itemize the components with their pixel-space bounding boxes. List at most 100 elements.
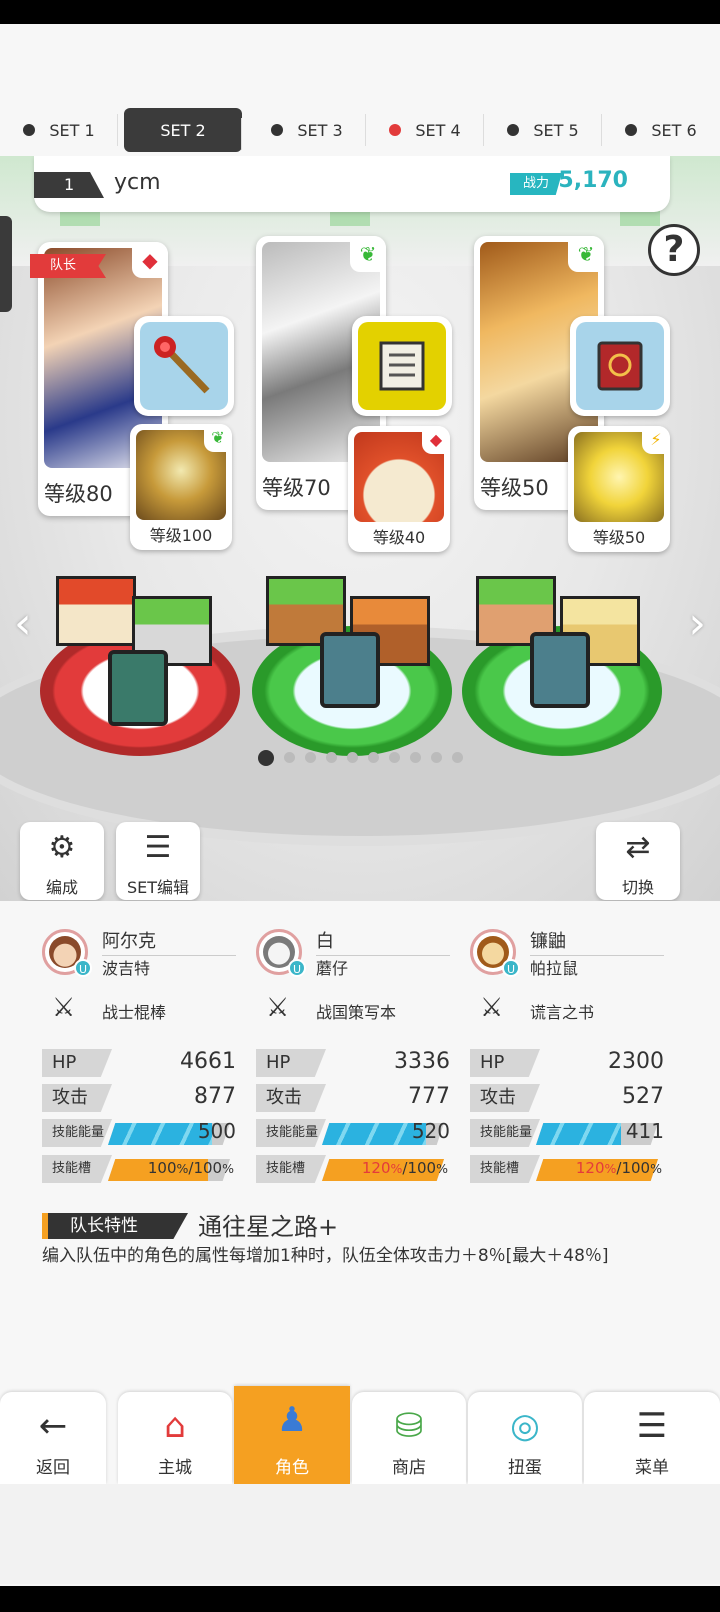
skill-energy-label: 技能能量 [42, 1119, 112, 1147]
formation-button[interactable]: ⚙ 编成 [20, 822, 104, 900]
sub-character-level: 等级100 [149, 526, 213, 545]
skill-energy-value: 500 [197, 1119, 236, 1143]
character-level: 等级50 [480, 476, 549, 500]
hp-row: HP 3336 [256, 1049, 450, 1077]
weapon-type-icon: ⚔ [52, 993, 76, 1023]
character-species: 蘑仔 [316, 959, 349, 978]
tab-label: SET 2 [160, 120, 206, 140]
set-edit-label: SET编辑 [126, 878, 190, 897]
hp-row: HP 4661 [42, 1049, 236, 1077]
scroll-book-icon [358, 322, 446, 410]
weapon-type-icon: ⚔ [480, 993, 504, 1023]
weapon-name: 战国策写本 [316, 1003, 397, 1022]
attack-label: 攻击 [256, 1084, 326, 1112]
character-name: 镰鼬 [530, 927, 664, 956]
lightning-monument-icon [108, 650, 168, 726]
tab-label: SET 3 [297, 120, 343, 140]
castle-icon: ⌂ [164, 1406, 186, 1446]
attack-row: 攻击 777 [256, 1084, 450, 1112]
tab-set-2[interactable]: SET 2 [124, 108, 242, 152]
page-dot[interactable] [451, 752, 463, 763]
staff-icon [140, 322, 228, 410]
character-icon: ♟ [276, 1400, 308, 1440]
weapon-slot-2[interactable] [352, 316, 452, 416]
character-name: 白 [316, 927, 450, 956]
page-dot[interactable] [409, 752, 421, 763]
nav-back-button[interactable]: ← 返回 [0, 1392, 106, 1484]
hp-label: HP [470, 1049, 540, 1077]
tab-set-6[interactable]: SET 6 [602, 104, 720, 156]
skill-slot-row: 技能槽 100%/100% [42, 1155, 236, 1183]
fire-attribute-icon: ◆ [132, 242, 168, 278]
tab-set-4[interactable]: SET 4 [366, 104, 484, 156]
nav-label: 角色 [275, 1458, 309, 1478]
leader-skill-tag: 队长特性 [42, 1213, 188, 1239]
set-tab-bar: SET 1 SET 2 SET 3 SET 4 SET 5 SET 6 [0, 104, 720, 156]
sub-character-card-1[interactable]: ❦ 等级100 [130, 424, 232, 550]
page-dot[interactable] [325, 752, 337, 763]
nav-castle-button[interactable]: ⌂ 主城 [118, 1392, 232, 1484]
power-value: 5,170 [558, 168, 628, 193]
weapon-name: 战士棍棒 [102, 1003, 167, 1022]
switch-button[interactable]: ⇄ 切换 [596, 822, 680, 900]
page-dot[interactable] [257, 750, 274, 766]
skill-energy-row: 技能能量 500 [42, 1119, 236, 1147]
sub-character-level: 等级40 [372, 528, 426, 547]
nav-menu-button[interactable]: ☰ 菜单 [584, 1392, 720, 1484]
skill-slot-value: 120%/100% [575, 1159, 662, 1177]
page-dot[interactable] [346, 752, 358, 763]
skill-slot-row: 技能槽 120%/100% [256, 1155, 450, 1183]
tab-label: SET 1 [49, 120, 95, 140]
monument-icon [530, 632, 590, 708]
team-page-indicator [0, 750, 720, 766]
team-name[interactable]: ycm [114, 170, 161, 195]
character-level: 等级70 [262, 476, 331, 500]
side-drawer-handle[interactable] [0, 216, 12, 312]
skill-energy-row: 技能能量 411 [470, 1119, 664, 1147]
skill-energy-row: 技能能量 520 [256, 1119, 450, 1147]
page-dot[interactable] [388, 752, 400, 763]
character-species: 波吉特 [102, 959, 151, 978]
unit-badge-icon: U [74, 959, 92, 977]
hp-value: 4661 [180, 1049, 236, 1074]
terrain-block [56, 576, 136, 646]
help-button[interactable]: ? [648, 224, 700, 276]
next-team-arrow-icon[interactable]: › [688, 598, 706, 649]
attack-label: 攻击 [470, 1084, 540, 1112]
tab-set-1[interactable]: SET 1 [0, 104, 118, 156]
set-dot-icon [271, 124, 284, 136]
nav-label: 菜单 [635, 1458, 669, 1478]
attack-label: 攻击 [42, 1084, 112, 1112]
nav-gacha-button[interactable]: ◎ 扭蛋 [468, 1392, 582, 1484]
sub-character-card-2[interactable]: ◆ 等级40 [348, 426, 450, 552]
page-dot[interactable] [430, 752, 442, 763]
attack-row: 攻击 877 [42, 1084, 236, 1112]
skill-energy-value: 411 [625, 1119, 664, 1143]
tab-set-5[interactable]: SET 5 [484, 104, 602, 156]
team-stage: 1 ycm 战力 5,170 ? 队长 ◆ 等级80 ❦ 等级100 ❦ 等级7… [0, 156, 720, 901]
set-dot-icon [507, 124, 520, 136]
page-dot[interactable] [367, 752, 379, 763]
tab-set-3[interactable]: SET 3 [248, 104, 366, 156]
weapon-slot-3[interactable] [570, 316, 670, 416]
sub-character-card-3[interactable]: ⚡ 等级50 [568, 426, 670, 552]
hp-value: 2300 [608, 1049, 664, 1074]
set-dot-icon [23, 124, 36, 136]
attack-value: 777 [408, 1084, 450, 1109]
set-edit-button[interactable]: ☰ SET编辑 [116, 822, 200, 900]
previous-team-arrow-icon[interactable]: ‹ [14, 598, 32, 649]
menu-icon: ☰ [636, 1406, 668, 1446]
weapon-slot-1[interactable] [134, 316, 234, 416]
set-dot-icon [625, 124, 638, 136]
page-dot[interactable] [283, 752, 295, 763]
nav-character-button[interactable]: ♟ 角色 [234, 1386, 350, 1484]
tab-label: SET 6 [651, 120, 697, 140]
skill-energy-label: 技能能量 [256, 1119, 326, 1147]
team-stats-panel: U 阿尔克 波吉特 ⚔ 战士棍棒 HP 4661 攻击 877 技能能量 500 技能… [0, 901, 720, 1381]
skill-energy-label: 技能能量 [470, 1119, 540, 1147]
character-level: 等级80 [44, 482, 113, 506]
page-dot[interactable] [304, 752, 316, 763]
nav-shop-button[interactable]: ⛁ 商店 [352, 1392, 466, 1484]
swap-icon: ⇄ [625, 830, 651, 865]
weapon-name: 谎言之书 [530, 1003, 595, 1022]
